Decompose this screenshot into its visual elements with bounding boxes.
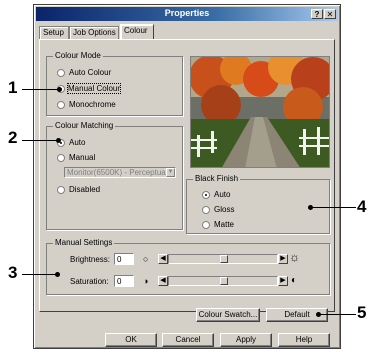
radio-auto-colour[interactable] [57,69,65,77]
callout-2: 2 [8,128,18,147]
saturation-label: Saturation: [70,277,109,286]
saturation-left-arrow[interactable]: ◀ [158,276,168,286]
ok-button[interactable]: OK [105,333,157,347]
manual-settings-label: Manual Settings [53,238,115,247]
profile-value: Monitor(6500K) - Perceptual [67,168,168,177]
sun-icon: ☼ [289,250,300,264]
callout-4-dot [308,205,313,210]
manual-colour-label: Manual Colour [66,83,122,94]
callout-2-line [22,140,58,141]
contrast-icon: ◐ [291,275,298,286]
close-title-button[interactable]: ✕ [324,9,336,19]
callout-4-line [310,207,356,208]
radio-matching-disabled[interactable] [57,186,65,194]
saturation-slider[interactable] [168,276,278,286]
black-gloss-label: Gloss [214,205,235,214]
colour-swatch-button[interactable]: Colour Swatch... [196,308,260,322]
saturation-thumb[interactable] [220,277,228,285]
brightness-right-arrow[interactable]: ▶ [278,254,288,264]
title-bar: Properties ? ✕ [36,7,338,21]
callout-2-dot [56,138,61,143]
matching-manual-label: Manual [69,153,96,162]
black-finish-label: Black Finish [193,174,241,183]
saturation-right-arrow[interactable]: ▶ [278,276,288,286]
brightness-min-icon: ○ [143,254,149,264]
colour-matching-label: Colour Matching [53,121,116,130]
radio-black-matte[interactable] [202,221,210,229]
preview-image [190,56,330,168]
black-auto-label: Auto [214,190,231,199]
matching-auto-label: Auto [69,138,86,147]
callout-4: 4 [357,197,367,216]
monochrome-label: Monochrome [69,100,116,109]
chevron-down-icon[interactable]: ▼ [166,168,175,177]
help-button[interactable]: Help [278,333,330,347]
autumn-road-photo [191,57,329,167]
callout-3: 3 [8,263,18,282]
brightness-label: Brightness: [70,255,111,264]
radio-black-gloss[interactable] [202,206,210,214]
black-matte-label: Matte [214,220,235,229]
radio-matching-manual[interactable] [57,154,65,162]
callout-5: 5 [357,303,367,322]
brightness-slider[interactable] [168,254,278,264]
profile-combo[interactable]: Monitor(6500K) - Perceptual ▼ [64,167,176,178]
help-title-button[interactable]: ? [311,9,323,19]
window-title: Properties [164,8,210,18]
brightness-field[interactable]: 0 [114,253,134,265]
callout-1: 1 [8,78,18,97]
colour-matching-group: Colour Matching [46,121,183,230]
colour-mode-label: Colour Mode [53,51,103,60]
callout-3-line [22,274,56,275]
matching-disabled-label: Disabled [69,185,101,194]
tab-colour[interactable]: Colour [120,24,154,39]
callout-1-dot [57,87,62,92]
radio-monochrome[interactable] [57,101,65,109]
callout-1-line [22,89,58,90]
saturation-field[interactable]: 0 [114,275,134,287]
manual-settings-group: Manual Settings [46,238,330,295]
callout-3-dot [55,272,60,277]
saturation-min-icon: ◑ [143,276,149,286]
radio-black-auto[interactable] [202,191,210,199]
brightness-left-arrow[interactable]: ◀ [158,254,168,264]
callout-5-dot [316,312,321,317]
auto-colour-label: Auto Colour [69,68,112,77]
tab-job-options[interactable]: Job Options [69,26,119,39]
tab-setup[interactable]: Setup [39,26,69,39]
callout-5-line [318,314,356,315]
apply-button[interactable]: Apply [220,333,272,347]
cancel-button[interactable]: Cancel [162,333,214,347]
brightness-thumb[interactable] [220,255,228,263]
